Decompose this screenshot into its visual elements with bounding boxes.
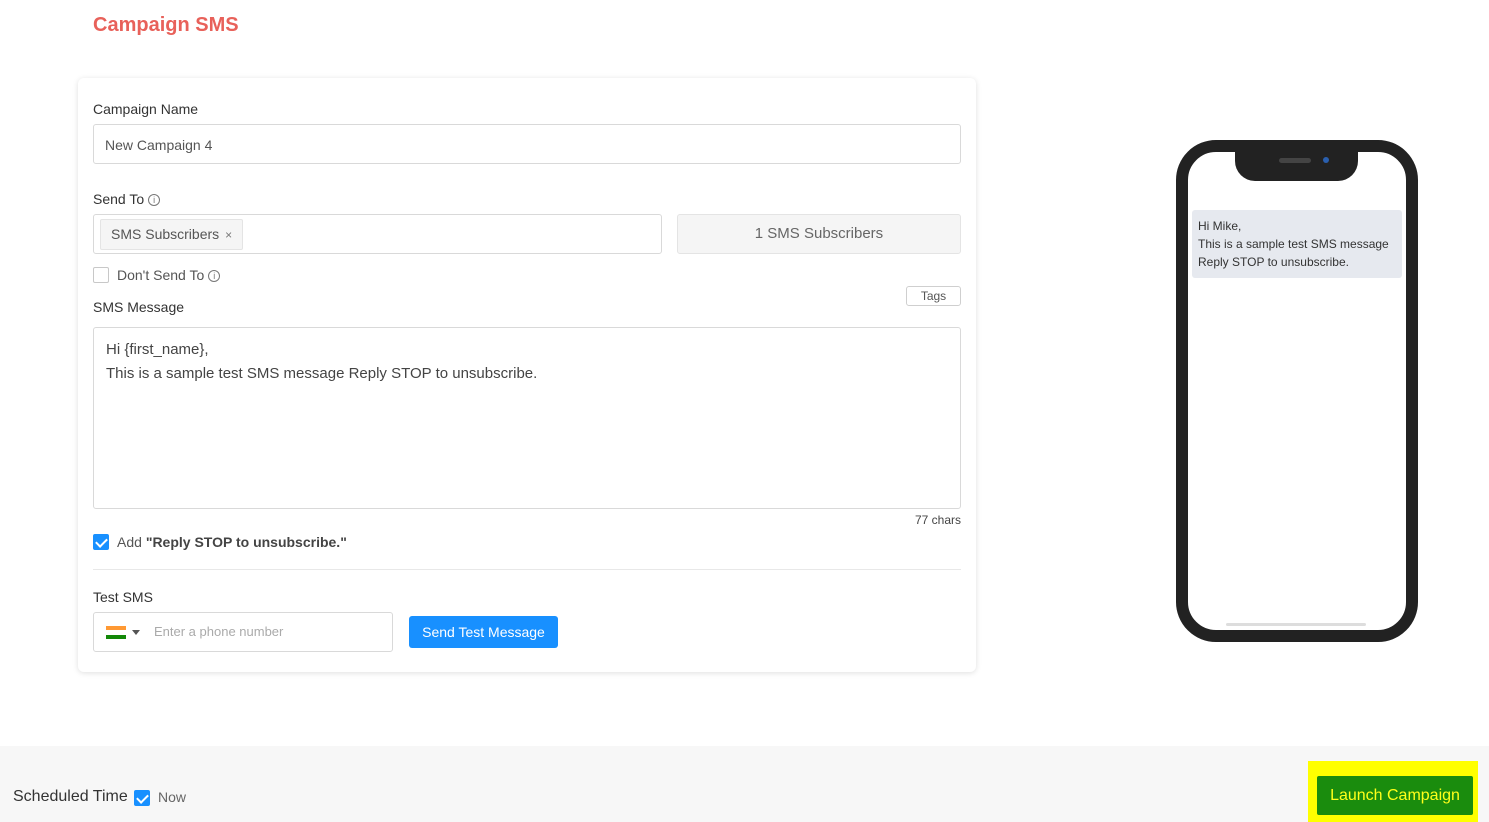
tags-button[interactable]: Tags [906, 286, 961, 306]
send-to-chip: SMS Subscribers × [100, 219, 244, 250]
phone-preview: Hi Mike, This is a sample test SMS messa… [1176, 140, 1418, 642]
add-reply-prefix: Add [117, 534, 146, 550]
send-to-chip-label: SMS Subscribers [111, 226, 220, 242]
caret-down-icon[interactable] [132, 630, 140, 635]
send-to-label: Send To i [93, 191, 161, 207]
campaign-form-card: Campaign Name New Campaign 4 Send To i SM… [78, 78, 976, 672]
sms-message-label: SMS Message [93, 299, 185, 315]
dont-send-to-label-text: Don't Send To [117, 267, 205, 283]
send-to-label-text: Send To [93, 191, 145, 207]
chip-remove-icon[interactable]: × [225, 228, 232, 242]
footer-bar: Scheduled Time Now Launch Campaign [0, 746, 1489, 822]
page-title: Campaign SMS [93, 14, 239, 36]
launch-campaign-button[interactable]: Launch Campaign [1317, 776, 1473, 815]
india-flag-icon[interactable] [106, 626, 126, 639]
launch-highlight: Launch Campaign [1308, 761, 1478, 822]
phone-number-field[interactable]: Enter a phone number [93, 612, 393, 652]
send-test-message-button[interactable]: Send Test Message [409, 616, 558, 648]
speaker-icon [1279, 158, 1311, 163]
now-checkbox[interactable] [134, 790, 150, 806]
scheduled-time-label: Scheduled Time [13, 788, 128, 805]
dont-send-to-checkbox[interactable] [93, 267, 109, 283]
phone-notch [1235, 149, 1358, 181]
info-icon: i [208, 270, 221, 282]
add-reply-stop-label: Add "Reply STOP to unsubscribe." [117, 534, 347, 550]
send-to-select[interactable]: SMS Subscribers × [93, 214, 662, 254]
sms-message-line: Hi {first_name}, [106, 341, 209, 358]
info-icon: i [148, 194, 161, 206]
dont-send-to-label: Don't Send To i [117, 267, 221, 283]
add-reply-bold-text: "Reply STOP to unsubscribe." [145, 534, 347, 550]
camera-icon [1323, 157, 1329, 163]
now-label: Now [158, 789, 187, 805]
phone-number-input[interactable]: Enter a phone number [154, 624, 283, 639]
test-sms-label: Test SMS [93, 589, 153, 605]
sms-message-line: This is a sample test SMS message Reply … [106, 365, 538, 382]
campaign-name-input[interactable]: New Campaign 4 [93, 124, 961, 164]
home-indicator [1226, 623, 1366, 626]
sms-preview-bubble: Hi Mike, This is a sample test SMS messa… [1192, 210, 1402, 278]
divider [93, 569, 961, 570]
char-count: 77 chars [914, 513, 961, 527]
campaign-name-label: Campaign Name [93, 101, 199, 117]
add-reply-stop-checkbox[interactable] [93, 534, 109, 550]
subscriber-count-box: 1 SMS Subscribers [677, 214, 961, 254]
sms-message-textarea[interactable]: Hi {first_name}, This is a sample test S… [93, 327, 961, 509]
